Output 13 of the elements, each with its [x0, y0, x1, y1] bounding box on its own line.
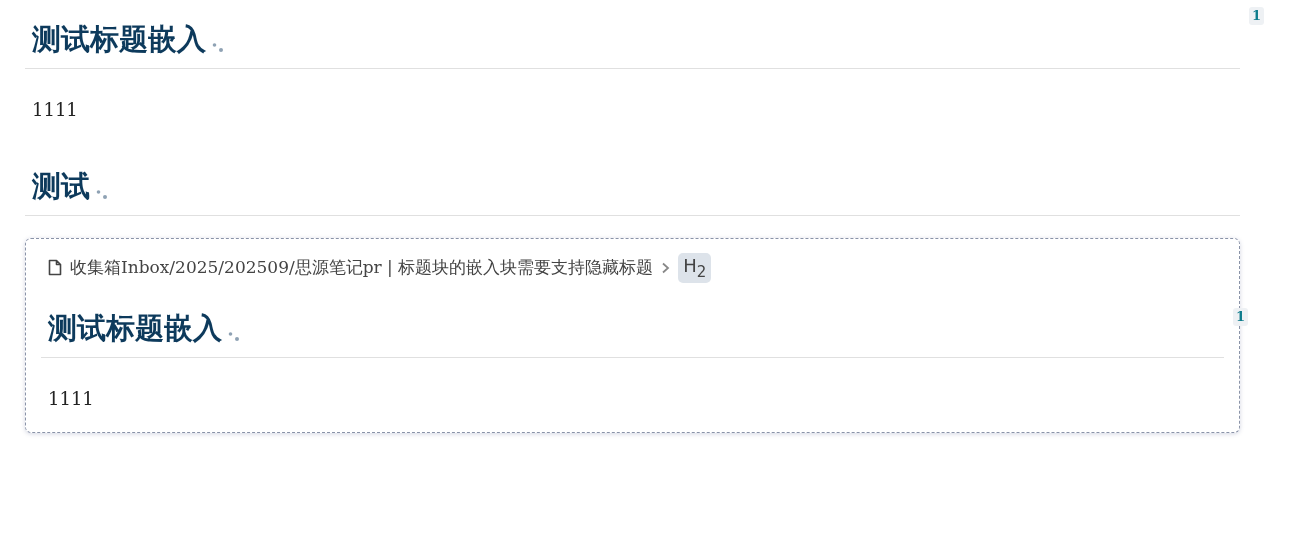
- heading: 测试标题嵌入: [48, 309, 222, 347]
- reference-count[interactable]: 1: [1248, 7, 1264, 25]
- heading: 测试: [32, 168, 90, 205]
- dots-icon: [212, 40, 224, 52]
- document-icon: [48, 259, 62, 277]
- dots-icon: [96, 187, 108, 199]
- heading-level-tag[interactable]: H$_{2}$: [678, 253, 712, 283]
- heading: 测试标题嵌入: [32, 21, 206, 58]
- paragraph: 1111: [31, 98, 79, 122]
- reference-count[interactable]: 1: [1232, 308, 1248, 326]
- breadcrumb-path[interactable]: 收集箱Inbox/2025/202509/思源笔记pr | 标题块的嵌入块需要支持隐藏标题: [70, 256, 654, 280]
- chevron-right-icon: [661, 261, 671, 274]
- paragraph: 1111: [47, 386, 95, 411]
